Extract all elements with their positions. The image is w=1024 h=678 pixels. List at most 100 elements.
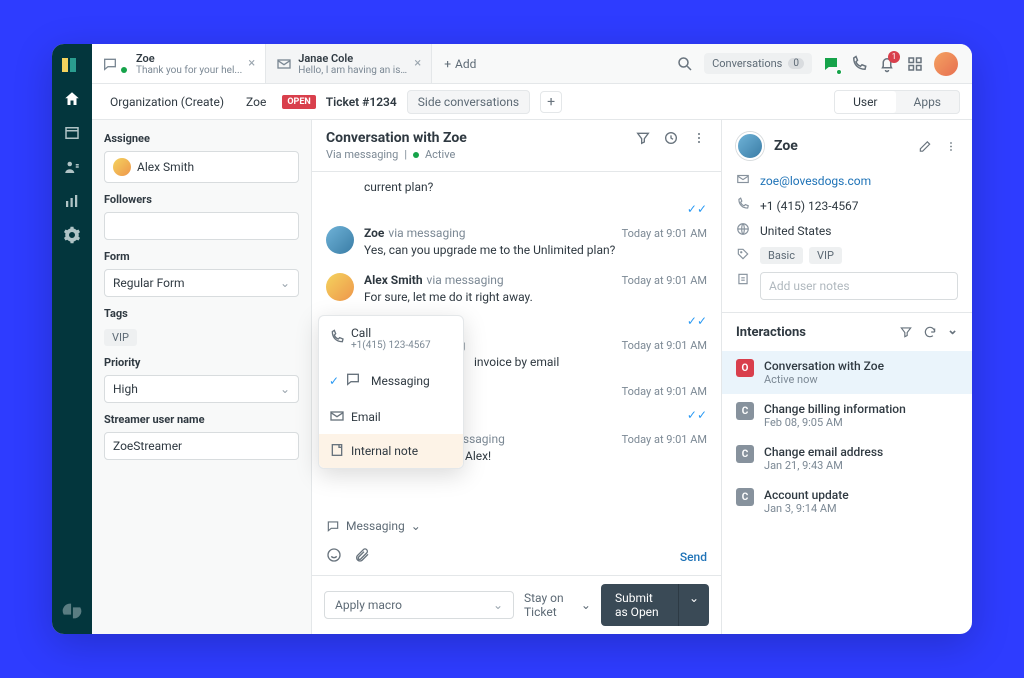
emoji-icon[interactable]	[326, 547, 342, 567]
priority-label: Priority	[104, 356, 299, 369]
customers-icon[interactable]	[63, 158, 81, 176]
app-window: ZoeThank you for your hel... × Janae Col…	[52, 44, 972, 634]
home-icon[interactable]	[63, 90, 81, 108]
chevron-down-icon[interactable]: ⌄	[679, 584, 709, 626]
interaction-item[interactable]: C Account updateJan 3, 9:14 AM	[722, 480, 972, 523]
filter-icon[interactable]	[899, 323, 913, 341]
message-text: current plan?	[326, 180, 707, 200]
status-badge: OPEN	[282, 95, 315, 109]
phone-icon	[736, 197, 750, 214]
bell-icon[interactable]: 1	[878, 55, 896, 73]
channel-email-option[interactable]: Email	[319, 400, 463, 434]
views-icon[interactable]	[63, 124, 81, 142]
assignee-label: Assignee	[104, 132, 299, 145]
message-icon	[102, 56, 118, 72]
followers-field[interactable]	[104, 212, 299, 240]
interaction-item[interactable]: C Change email addressJan 21, 9:43 AM	[722, 437, 972, 480]
breadcrumb-org[interactable]: Organization (Create)	[104, 91, 230, 113]
interaction-item[interactable]: O Conversation with ZoeActive now	[722, 351, 972, 394]
message-icon	[345, 371, 361, 390]
tag-chip[interactable]: VIP	[809, 247, 842, 264]
admin-gear-icon[interactable]	[63, 226, 81, 244]
search-icon[interactable]	[676, 55, 694, 73]
send-button[interactable]: Send	[680, 550, 707, 564]
form-label: Form	[104, 250, 299, 263]
history-icon[interactable]	[663, 130, 679, 146]
chevron-down-icon[interactable]: ⌄	[947, 323, 958, 341]
submit-button[interactable]: Submit as Open⌄	[601, 584, 709, 626]
avatar	[326, 273, 354, 301]
ticket-footer: Apply macro Stay on Ticket⌄ Submit as Op…	[312, 575, 721, 634]
channel-menu: Call+1(415) 123-4567 Messaging Email Int…	[318, 315, 464, 469]
edit-icon[interactable]	[918, 137, 932, 156]
phone-icon[interactable]	[850, 55, 868, 73]
attachment-icon[interactable]	[354, 547, 370, 567]
profile-avatar[interactable]	[934, 52, 958, 76]
read-receipt-icon: ✓✓	[326, 200, 707, 218]
left-nav-rail	[52, 44, 92, 634]
status-badge: C	[736, 488, 754, 506]
composer-channel-picker[interactable]: Messaging ⌄	[312, 513, 721, 539]
interaction-item[interactable]: C Change billing informationFeb 08, 9:05…	[722, 394, 972, 437]
assignee-field[interactable]: Alex Smith	[104, 151, 299, 183]
stay-on-ticket-select[interactable]: Stay on Ticket⌄	[524, 591, 591, 619]
message-row: Alex Smithvia messagingToday at 9:01 AM …	[326, 265, 707, 312]
tab-subtitle: Thank you for your hel...	[136, 65, 242, 76]
user-avatar	[736, 132, 764, 160]
status-badge: C	[736, 445, 754, 463]
refresh-icon[interactable]	[923, 323, 937, 341]
tab-subtitle: Hello, I am having an is...	[298, 65, 408, 76]
chat-icon[interactable]	[822, 55, 840, 73]
reporting-icon[interactable]	[63, 192, 81, 210]
streamer-label: Streamer user name	[104, 413, 299, 426]
priority-select[interactable]: High	[104, 375, 299, 403]
tag-chip[interactable]: VIP	[104, 329, 137, 346]
online-dot-icon	[121, 67, 127, 73]
more-icon[interactable]	[691, 130, 707, 146]
avatar	[326, 226, 354, 254]
ticket-tab[interactable]: Janae ColeHello, I am having an is... ×	[266, 44, 432, 83]
tag-chip[interactable]: Basic	[760, 247, 803, 264]
ticket-tab[interactable]: ZoeThank you for your hel... ×	[92, 44, 266, 83]
breadcrumb-customer[interactable]: Zoe	[240, 91, 272, 113]
chevron-down-icon: ⌄	[581, 598, 591, 612]
user-notes-input[interactable]: Add user notes	[760, 272, 958, 300]
followers-label: Followers	[104, 193, 299, 206]
apps-grid-icon[interactable]	[906, 55, 924, 73]
interactions-title: Interactions	[736, 325, 806, 340]
user-phone: +1 (415) 123-4567	[760, 199, 859, 213]
email-icon	[329, 408, 345, 427]
form-select[interactable]: Regular Form	[104, 269, 299, 297]
message-icon	[326, 519, 340, 533]
tab-close-icon[interactable]: ×	[248, 56, 255, 71]
globe-icon	[736, 222, 750, 239]
tab-user[interactable]: User	[835, 91, 895, 113]
add-tab-button[interactable]: +Add	[432, 44, 488, 83]
interactions-section: Interactions ⌄ O Conversation with ZoeAc…	[722, 313, 972, 634]
channel-internal-note-option[interactable]: Internal note	[319, 434, 463, 468]
add-side-conversation-button[interactable]: +	[540, 91, 562, 113]
channel-call-option[interactable]: Call+1(415) 123-4567	[319, 316, 463, 361]
tags-label: Tags	[104, 307, 299, 320]
apply-macro-select[interactable]: Apply macro	[324, 591, 514, 619]
conversations-button[interactable]: Conversations0	[704, 53, 812, 74]
side-conversations-button[interactable]: Side conversations	[407, 90, 530, 114]
more-icon[interactable]	[944, 137, 958, 156]
zendesk-logo-icon	[61, 600, 83, 622]
message-row: Zoevia messagingToday at 9:01 AM Yes, ca…	[326, 218, 707, 265]
tab-apps[interactable]: Apps	[896, 91, 960, 113]
note-icon	[736, 272, 750, 289]
assignee-avatar	[113, 158, 131, 176]
streamer-field[interactable]: ZoeStreamer	[104, 432, 299, 460]
conversation-panel: Conversation with Zoe Via messaging|Acti…	[312, 120, 722, 634]
channel-messaging-option[interactable]: Messaging	[319, 361, 463, 400]
tab-title: Zoe	[136, 52, 242, 65]
chevron-down-icon: ⌄	[411, 519, 421, 533]
plus-icon: +	[444, 57, 451, 71]
phone-icon	[329, 329, 345, 348]
user-email[interactable]: zoe@lovesdogs.com	[760, 174, 871, 188]
tab-close-icon[interactable]: ×	[414, 56, 421, 71]
ticket-id: Ticket #1234	[326, 95, 397, 109]
filter-icon[interactable]	[635, 130, 651, 146]
tag-icon	[736, 247, 750, 264]
